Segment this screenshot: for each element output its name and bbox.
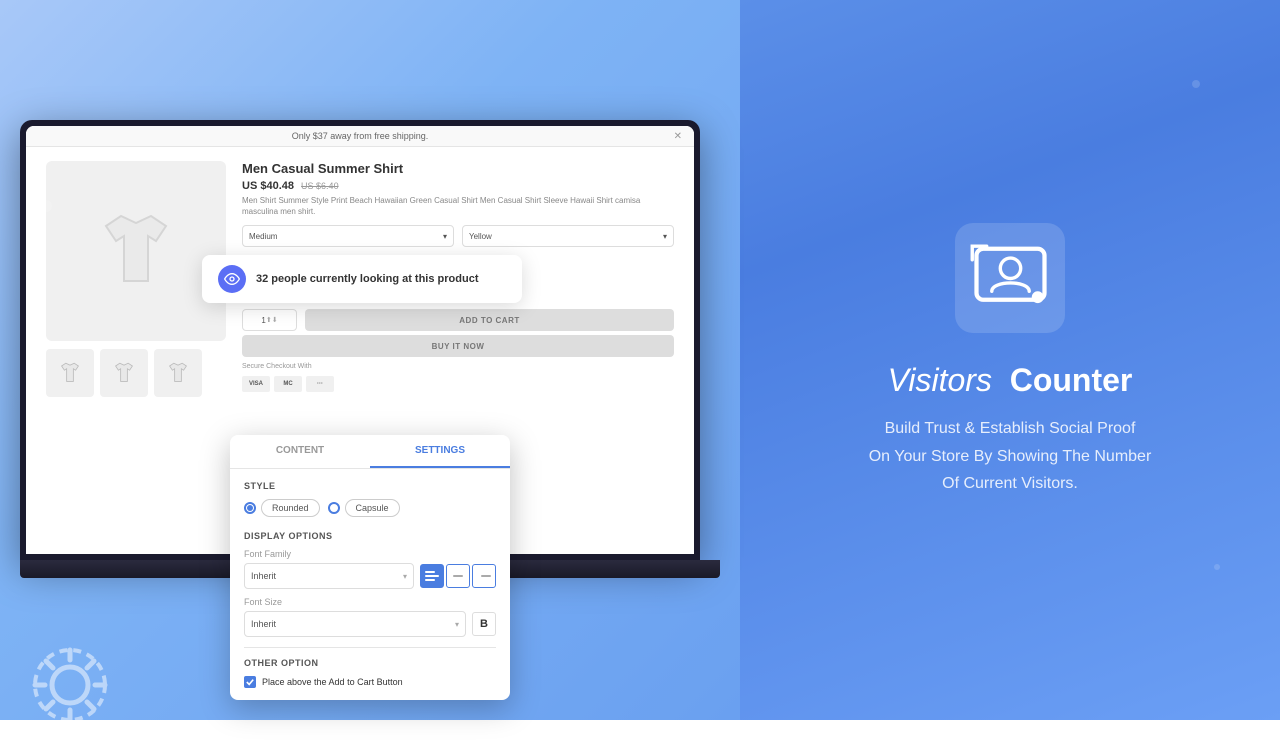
rounded-label[interactable]: Rounded — [261, 499, 320, 517]
capsule-radio[interactable] — [328, 502, 340, 514]
align-left-icon — [425, 571, 439, 581]
title-bold: Counter — [1010, 362, 1133, 398]
quantity-input[interactable]: 1 ⬆⬇ — [242, 309, 297, 331]
align-left-button[interactable] — [420, 564, 444, 588]
store-content: Men Casual Summer Shirt US $40.48 US $6.… — [26, 147, 694, 411]
font-size-row: Inherit ▾ B — [244, 611, 496, 637]
font-size-select[interactable]: Inherit ▾ — [244, 611, 466, 637]
product-title: Men Casual Summer Shirt — [242, 161, 674, 176]
original-price: US $6.40 — [301, 181, 339, 191]
align-center-icon — [451, 571, 465, 581]
store-banner: Only $37 away from free shipping. ✕ — [26, 126, 694, 147]
dot-2 — [40, 200, 52, 212]
thumb-2[interactable] — [100, 349, 148, 397]
settings-tabs: CONTENT SETTINGS — [230, 435, 510, 469]
size-select[interactable]: Medium ▾ — [242, 225, 454, 247]
product-main-image — [46, 161, 226, 341]
dot-3 — [1214, 564, 1220, 570]
shirt-image-icon — [86, 201, 186, 301]
buy-now-button[interactable]: BUY IT NOW — [242, 335, 674, 357]
product-thumbnails — [46, 349, 226, 397]
font-family-row: Inherit ▾ — [244, 563, 496, 589]
add-to-cart-row: 1 ⬆⬇ ADD TO CART — [242, 309, 674, 331]
rounded-option[interactable]: Rounded — [244, 499, 320, 517]
align-buttons — [420, 564, 496, 588]
left-panel: Only $37 away from free shipping. ✕ — [0, 0, 740, 720]
product-description: Men Shirt Summer Style Print Beach Hawai… — [242, 195, 674, 217]
eye-icon — [224, 271, 240, 287]
product-details: Men Casual Summer Shirt US $40.48 US $6.… — [242, 161, 674, 397]
align-center-button[interactable] — [446, 564, 470, 588]
gear-icon-decoration — [20, 635, 120, 740]
thumb-1[interactable] — [46, 349, 94, 397]
other-option-label: OTHER OPTION — [244, 658, 496, 668]
place-above-checkbox[interactable] — [244, 676, 256, 688]
settings-panel: CONTENT SETTINGS STYLE Rounded Capsule D… — [230, 435, 510, 700]
rounded-radio[interactable] — [244, 502, 256, 514]
add-to-cart-button[interactable]: ADD TO CART — [305, 309, 674, 331]
subtitle-line2: On Your Store By Showing The Number — [869, 448, 1152, 465]
right-title: Visitors Counter — [888, 361, 1133, 399]
tab-settings[interactable]: SETTINGS — [370, 435, 510, 468]
font-size-label: Font Size — [244, 597, 496, 607]
color-select[interactable]: Yellow ▾ — [462, 225, 674, 247]
product-selects: Medium ▾ Yellow ▾ — [242, 225, 674, 247]
style-label: STYLE — [244, 481, 496, 491]
check-icon — [246, 678, 254, 686]
right-panel: Visitors Counter Build Trust & Establish… — [740, 0, 1280, 720]
other-option-section: OTHER OPTION Place above the Add to Cart… — [244, 647, 496, 688]
font-family-label: Font Family — [244, 549, 496, 559]
subtitle-line1: Build Trust & Establish Social Proof — [885, 420, 1136, 437]
visitor-count-text: 32 people currently looking at this prod… — [256, 273, 478, 285]
banner-text: Only $37 away from free shipping. — [292, 131, 429, 141]
visa-icon: VISA — [242, 376, 270, 392]
tab-content[interactable]: CONTENT — [230, 435, 370, 468]
payment-icons: VISA MC ··· — [242, 376, 674, 392]
visitors-icon — [968, 236, 1053, 321]
right-subtitle: Build Trust & Establish Social Proof On … — [869, 415, 1152, 497]
subtitle-line3: Of Current Visitors. — [942, 475, 1078, 492]
bold-button[interactable]: B — [472, 612, 496, 636]
place-above-row[interactable]: Place above the Add to Cart Button — [244, 676, 496, 688]
mastercard-icon: MC — [274, 376, 302, 392]
align-right-button[interactable] — [472, 564, 496, 588]
font-family-select[interactable]: Inherit ▾ — [244, 563, 414, 589]
capsule-option[interactable]: Capsule — [328, 499, 400, 517]
visitor-counter-widget: 32 people currently looking at this prod… — [202, 255, 522, 303]
eye-icon-container — [218, 265, 246, 293]
settings-body: STYLE Rounded Capsule DISPLAY OPTIONS Fo… — [230, 469, 510, 700]
product-price: US $40.48 US $6.40 — [242, 180, 674, 192]
product-image-area — [46, 161, 226, 397]
capsule-label[interactable]: Capsule — [345, 499, 400, 517]
display-options-label: DISPLAY OPTIONS — [244, 531, 496, 541]
dot-1 — [1192, 80, 1200, 88]
thumb-3[interactable] — [154, 349, 202, 397]
place-above-label: Place above the Add to Cart Button — [262, 677, 403, 687]
style-options: Rounded Capsule — [244, 499, 496, 517]
align-right-icon — [477, 571, 491, 581]
visitors-icon-container — [955, 223, 1065, 333]
title-italic: Visitors — [888, 362, 992, 398]
other-payment-icon: ··· — [306, 376, 334, 392]
banner-close[interactable]: ✕ — [674, 131, 682, 142]
secure-checkout: Secure Checkout With — [242, 363, 674, 370]
